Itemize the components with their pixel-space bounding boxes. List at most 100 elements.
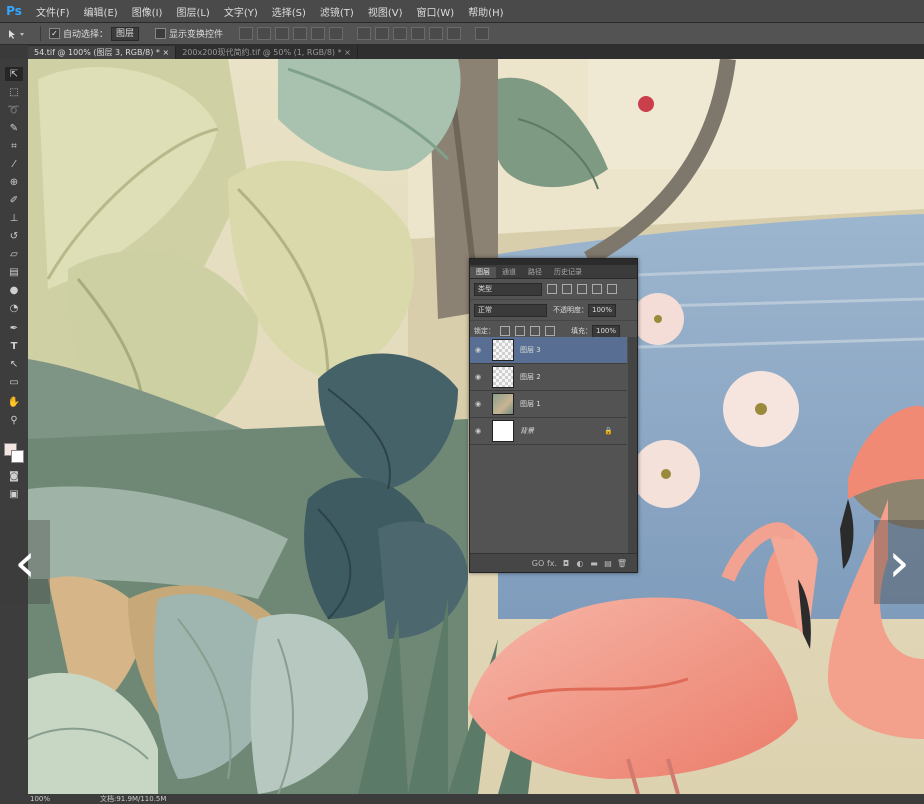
opacity-input[interactable]: 100% <box>588 303 617 317</box>
shape-tool-icon[interactable]: ▭ <box>5 375 23 389</box>
align-left-button[interactable] <box>293 27 308 40</box>
distribute-left-button[interactable] <box>411 27 426 40</box>
blur-tool-icon[interactable]: ● <box>5 283 23 297</box>
link-layers-icon[interactable]: GO <box>531 559 545 568</box>
tab-paths[interactable]: 路径 <box>522 267 548 278</box>
menu-image[interactable]: 图像(I) <box>125 4 170 19</box>
lock-position-icon[interactable] <box>530 326 540 336</box>
layer-row[interactable]: ◉ 图层 1 <box>470 391 627 418</box>
tab-history[interactable]: 历史记录 <box>548 267 588 278</box>
auto-select-dropdown[interactable]: 图层 <box>111 26 140 41</box>
layer-name: 图层 1 <box>520 400 541 408</box>
menu-view[interactable]: 视图(V) <box>361 4 410 19</box>
layer-row[interactable]: ◉ 图层 2 <box>470 364 627 391</box>
distribute-right-button[interactable] <box>447 27 462 40</box>
layer-thumbnail <box>492 339 514 361</box>
menu-type[interactable]: 文字(Y) <box>217 4 265 19</box>
move-tool-icon[interactable]: ⇱ <box>5 67 23 81</box>
adjustment-layer-icon[interactable]: ◐ <box>573 559 587 568</box>
auto-align-button[interactable] <box>475 27 490 40</box>
layers-scrollbar[interactable] <box>628 337 637 553</box>
trash-icon[interactable]: 🗑 <box>615 559 629 568</box>
new-layer-icon[interactable]: ▤ <box>601 559 615 568</box>
fx-icon[interactable]: fx. <box>545 559 559 568</box>
tab-document-2[interactable]: 200x200现代简约.tif @ 50% (1, RGB/8) * × <box>176 46 358 59</box>
clone-stamp-tool-icon[interactable]: ⊥ <box>5 211 23 225</box>
layer-thumbnail <box>492 366 514 388</box>
tab-document-1[interactable]: 54.tif @ 100% (图层 3, RGB/8) * × <box>28 46 177 59</box>
auto-select-checkbox[interactable]: ✓ <box>49 28 60 39</box>
menu-help[interactable]: 帮助(H) <box>461 4 510 19</box>
move-tool-preset[interactable] <box>6 26 41 41</box>
brush-tool-icon[interactable]: ✐ <box>5 193 23 207</box>
lock-image-icon[interactable] <box>515 326 525 336</box>
show-transform-checkbox[interactable] <box>155 28 167 39</box>
lock-transparent-icon[interactable] <box>500 326 510 336</box>
distribute-hcenter-button[interactable] <box>429 27 444 40</box>
history-brush-tool-icon[interactable]: ↺ <box>5 229 23 243</box>
align-vcenter-button[interactable] <box>257 27 272 40</box>
gradient-tool-icon[interactable]: ▤ <box>5 265 23 279</box>
tab-layers[interactable]: 图层 <box>470 267 496 278</box>
pixel-filter-icon[interactable] <box>547 284 557 294</box>
background-color-swatch[interactable] <box>11 450 24 463</box>
crop-tool-icon[interactable]: ⌗ <box>5 139 23 153</box>
panel-tab-bar: 图层 通道 路径 历史记录 <box>470 265 637 279</box>
smart-object-filter-icon[interactable] <box>607 284 617 294</box>
screen-mode-icon[interactable]: ▣ <box>5 487 23 501</box>
move-tool-icon <box>9 29 24 39</box>
pen-tool-icon[interactable]: ✒ <box>5 321 23 335</box>
distribute-top-button[interactable] <box>357 27 372 40</box>
eye-icon[interactable]: ◉ <box>470 346 486 354</box>
align-top-button[interactable] <box>239 27 254 40</box>
type-filter-icon[interactable] <box>577 284 587 294</box>
previous-arrow-button[interactable]: ‹ <box>0 520 50 604</box>
shape-filter-icon[interactable] <box>592 284 602 294</box>
menu-filter[interactable]: 滤镜(T) <box>313 4 361 19</box>
new-group-icon[interactable]: ▬ <box>587 559 601 568</box>
dodge-tool-icon[interactable]: ◔ <box>5 301 23 315</box>
eye-icon[interactable]: ◉ <box>470 373 486 381</box>
eyedropper-tool-icon[interactable]: ⁄ <box>5 157 23 171</box>
layer-filter-row: 类型 <box>470 279 637 300</box>
path-select-tool-icon[interactable]: ↖ <box>5 357 23 371</box>
layer-row[interactable]: ◉ 图层 3 <box>470 337 627 364</box>
add-mask-icon[interactable]: ◘ <box>559 559 573 568</box>
lasso-tool-icon[interactable]: ➰ <box>5 103 23 117</box>
next-arrow-button[interactable]: › <box>874 520 924 604</box>
zoom-tool-icon[interactable]: ⚲ <box>5 413 23 427</box>
filter-kind-dropdown[interactable]: 类型 <box>474 282 542 296</box>
menu-window[interactable]: 窗口(W) <box>409 4 461 19</box>
eye-icon[interactable]: ◉ <box>470 427 486 435</box>
healing-brush-tool-icon[interactable]: ⊕ <box>5 175 23 189</box>
close-icon[interactable]: × <box>344 48 351 57</box>
options-bar: ✓ 自动选择： 图层 显示变换控件 <box>0 23 924 45</box>
fill-input[interactable]: 100% <box>592 324 621 338</box>
align-bottom-button[interactable] <box>275 27 290 40</box>
document-size[interactable]: 文档:91.9M/110.5M <box>80 794 166 804</box>
blend-mode-dropdown[interactable]: 正常 <box>474 303 547 317</box>
photoshop-logo: Ps <box>6 4 22 18</box>
menu-layer[interactable]: 图层(L) <box>169 4 216 19</box>
lock-all-icon[interactable] <box>545 326 555 336</box>
menu-file[interactable]: 文件(F) <box>29 4 77 19</box>
adjustment-filter-icon[interactable] <box>562 284 572 294</box>
distribute-bottom-button[interactable] <box>393 27 408 40</box>
zoom-level[interactable]: 100% <box>0 795 80 803</box>
tab-channels[interactable]: 通道 <box>496 267 522 278</box>
eye-icon[interactable]: ◉ <box>470 400 486 408</box>
marquee-tool-icon[interactable]: ⬚ <box>5 85 23 99</box>
type-tool-icon[interactable]: T <box>5 339 23 353</box>
hand-tool-icon[interactable]: ✋ <box>5 395 23 409</box>
eraser-tool-icon[interactable]: ▱ <box>5 247 23 261</box>
close-icon[interactable]: × <box>162 48 169 57</box>
blend-row: 正常 不透明度： 100% <box>470 300 637 321</box>
align-right-button[interactable] <box>329 27 344 40</box>
quick-select-tool-icon[interactable]: ✎ <box>5 121 23 135</box>
quick-mask-icon[interactable]: ◙ <box>5 469 23 483</box>
distribute-vcenter-button[interactable] <box>375 27 390 40</box>
align-hcenter-button[interactable] <box>311 27 326 40</box>
layer-row[interactable]: ◉ 背景 🔒 <box>470 418 627 445</box>
menu-select[interactable]: 选择(S) <box>265 4 313 19</box>
menu-edit[interactable]: 编辑(E) <box>77 4 125 19</box>
